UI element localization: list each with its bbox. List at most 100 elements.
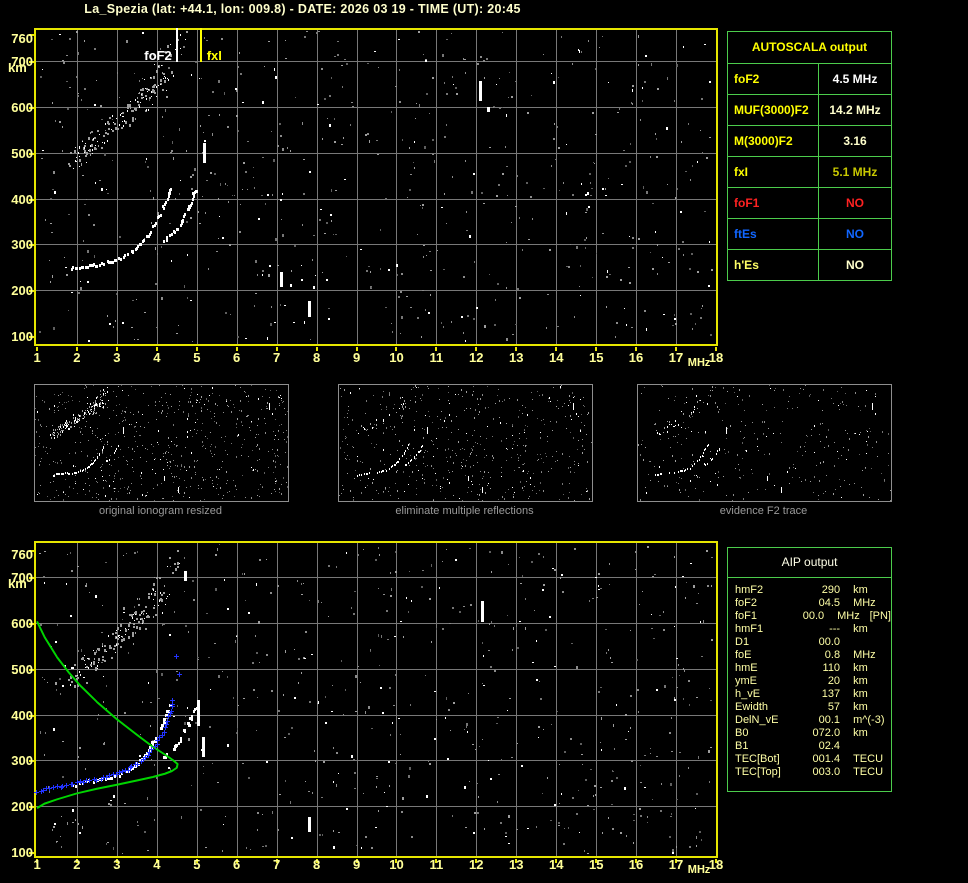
- parameter-label: ftEs: [728, 219, 819, 249]
- aip-row: foF1 00.0 MHz [PN]: [728, 610, 891, 623]
- parameter-unit: TECU: [853, 766, 884, 778]
- parameter-value: 04.5: [818, 597, 841, 609]
- parameter-unit: km: [853, 623, 868, 635]
- aip-row: hmF1 --- km: [728, 623, 891, 636]
- parameter-label: foE: [735, 649, 752, 661]
- parameter-value: NO: [846, 258, 864, 272]
- parameter-label: foF2: [728, 64, 819, 94]
- aip-table-title: AIP output: [728, 548, 891, 578]
- parameter-label: h_vE: [735, 688, 761, 700]
- parameter-label: MUF(3000)F2: [728, 95, 819, 125]
- parameter-label: hmF1: [735, 623, 764, 635]
- aip-row: B1 02.4: [728, 740, 891, 753]
- aip-row: DelN_vE 00.1 m^(-3): [728, 714, 891, 727]
- parameter-value: 290: [821, 584, 841, 596]
- parameter-unit: km: [853, 688, 868, 700]
- parameter-label: hmE: [735, 662, 758, 674]
- parameter-value: 02.4: [818, 740, 841, 752]
- panel-eliminate-reflections: [338, 384, 593, 502]
- parameter-extra: [889, 701, 891, 714]
- aip-row: D1 00.0: [728, 636, 891, 649]
- aip-row: TEC[Bot] 001.4 TECU: [728, 753, 891, 766]
- parameter-extra: [889, 597, 891, 610]
- autoscala-row: h'Es NO: [728, 250, 891, 280]
- parameter-unit: km: [853, 701, 868, 713]
- parameter-value: 00.1: [818, 714, 841, 726]
- parameter-label: D1: [735, 636, 750, 648]
- parameter-value: 3.16: [843, 134, 867, 148]
- aip-row: TEC[Top] 003.0 TECU: [728, 766, 891, 779]
- parameter-extra: [889, 584, 891, 597]
- parameter-unit: [840, 636, 889, 649]
- parameter-unit: MHz: [853, 597, 876, 609]
- parameter-value: 110: [822, 662, 841, 674]
- page-title: La_Spezia (lat: +44.1, lon: 009.8) - DAT…: [84, 2, 521, 16]
- ionogram-main-chart: [0, 20, 730, 385]
- aip-row: ymE 20 km: [728, 675, 891, 688]
- autoscala-row: ftEs NO: [728, 219, 891, 250]
- autoscala-table-rows: foF2 4.5 MHz MUF(3000)F2 14.2 MHz M(3000)F2 3…: [728, 64, 891, 280]
- parameter-label: ymE: [735, 675, 757, 687]
- parameter-extra: [889, 636, 891, 649]
- parameter-extra: [889, 714, 891, 727]
- parameter-unit: MHz: [837, 610, 860, 622]
- parameter-label: TEC[Bot]: [735, 753, 780, 765]
- parameter-label: hmF2: [735, 584, 764, 596]
- parameter-value: ---: [829, 623, 841, 635]
- autoscala-table-title: AUTOSCALA output: [728, 32, 891, 64]
- aip-table-rows: hmF2 290 km foF2 04.5 MHz foF1 00.0 MHz [PN] hmF1-…: [728, 578, 891, 779]
- parameter-extra: [889, 753, 891, 766]
- parameter-label: TEC[Top]: [735, 766, 781, 778]
- autoscala-row: foF2 4.5 MHz: [728, 64, 891, 95]
- parameter-unit: [840, 740, 889, 753]
- parameter-extra: [889, 727, 891, 740]
- caption-eliminate-reflections: eliminate multiple reflections: [395, 505, 534, 517]
- parameter-extra: [889, 675, 891, 688]
- parameter-extra: [889, 649, 891, 662]
- caption-evidence-f2-trace: evidence F2 trace: [719, 505, 808, 517]
- parameter-extra: [889, 662, 891, 675]
- aip-row: hmE 110 km: [728, 662, 891, 675]
- parameter-unit: m^(-3): [853, 714, 885, 726]
- parameter-value: 072.0: [812, 727, 841, 739]
- aip-row: hmF2 290 km: [728, 584, 891, 597]
- parameter-value: 001.4: [812, 753, 841, 765]
- parameter-extra: [889, 688, 891, 701]
- autoscala-window: La_Spezia (lat: +44.1, lon: 009.8) - DAT…: [0, 0, 968, 883]
- parameter-extra: [889, 766, 891, 779]
- parameter-value: 0.8: [824, 649, 841, 661]
- parameter-value: 20: [827, 675, 841, 687]
- parameter-label: B1: [735, 740, 749, 752]
- parameter-unit: km: [853, 675, 868, 687]
- parameter-unit: km: [853, 662, 868, 674]
- parameter-unit: km: [853, 584, 868, 596]
- parameter-value: 00.0: [802, 610, 825, 622]
- parameter-value: 137: [821, 688, 841, 700]
- autoscala-output-table: AUTOSCALA output foF2 4.5 MHz MUF(3000)F2 1…: [727, 31, 892, 281]
- parameter-extra: [889, 623, 891, 636]
- parameter-label: foF1: [735, 610, 758, 622]
- parameter-unit: MHz: [853, 649, 876, 661]
- ionogram-aip-chart: [0, 538, 730, 883]
- parameter-label: M(3000)F2: [728, 126, 819, 156]
- parameter-value: 003.0: [812, 766, 841, 778]
- aip-row: B0 072.0 km: [728, 727, 891, 740]
- parameter-value: 14.2 MHz: [829, 103, 881, 117]
- autoscala-row: fxI 5.1 MHz: [728, 157, 891, 188]
- aip-output-table: AIP output hmF2 290 km foF2 04.5 MHz foF1 00.0 M…: [727, 547, 892, 792]
- caption-original-ionogram: original ionogram resized: [99, 505, 222, 517]
- parameter-extra: [PN]: [869, 610, 891, 622]
- parameter-label: foF1: [728, 188, 819, 218]
- parameter-value: 57: [827, 701, 841, 713]
- aip-row: Ewidth 57 km: [728, 701, 891, 714]
- parameter-label: Ewidth: [735, 701, 769, 713]
- panel-evidence-f2-trace: [637, 384, 892, 502]
- parameter-extra: [889, 740, 891, 753]
- parameter-label: foF2: [735, 597, 758, 609]
- aip-row: foF2 04.5 MHz: [728, 597, 891, 610]
- parameter-value: 4.5 MHz: [832, 72, 878, 86]
- parameter-unit: TECU: [853, 753, 884, 765]
- aip-row: h_vE 137 km: [728, 688, 891, 701]
- autoscala-row: M(3000)F2 3.16: [728, 126, 891, 157]
- parameter-label: B0: [735, 727, 749, 739]
